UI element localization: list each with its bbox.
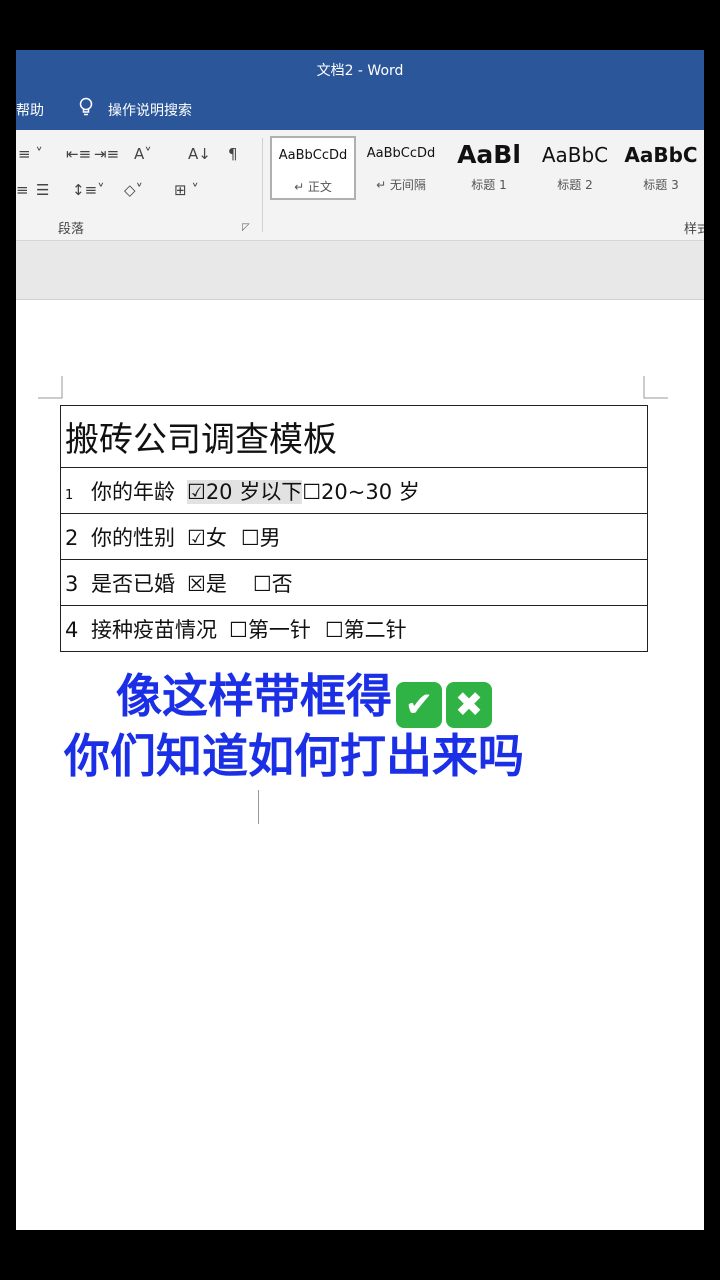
option-checkbox[interactable]: ☐第一针 xyxy=(229,618,311,642)
option-checkbox[interactable]: ☐男 xyxy=(241,526,281,550)
row-number: 3 xyxy=(65,571,79,596)
distributed-align-icon[interactable]: ☰ xyxy=(36,180,49,200)
caption-line-1: 像这样带框得 ✔ ✖ xyxy=(116,668,704,728)
style-preview: AaBbC xyxy=(541,143,609,167)
chinese-layout-icon[interactable]: A˅ xyxy=(134,144,152,164)
style-name: 标题 2 xyxy=(557,178,593,192)
row-number: 2 xyxy=(65,525,79,550)
option-checkbox[interactable]: ☑女 xyxy=(187,526,227,550)
row-number: 4 xyxy=(65,617,79,642)
table-row: 4 接种疫苗情况 ☐第一针 ☐第二针 xyxy=(60,605,648,652)
table-cell[interactable]: 4 接种疫苗情况 ☐第一针 ☐第二针 xyxy=(60,605,648,652)
table-title[interactable]: 搬砖公司调查模板 xyxy=(60,405,648,468)
style-name: ↵ 无间隔 xyxy=(376,178,426,192)
title-bar: 文档2 - Word xyxy=(16,50,704,90)
paragraph-group-label: 段落 xyxy=(58,222,85,237)
lightbulb-icon[interactable] xyxy=(78,97,94,117)
question-text: 是否已婚 xyxy=(91,571,175,596)
caption-line-2: 你们知道如何打出来吗 xyxy=(64,729,524,783)
styles-group-label: 样式 xyxy=(684,222,704,237)
window-title: 文档2 - Word xyxy=(316,63,404,79)
check-mark-icon: ✔ xyxy=(396,682,442,728)
multilevel-list-icon[interactable]: ≡ ˅ xyxy=(18,144,43,164)
borders-icon[interactable]: ⊞ ˅ xyxy=(174,180,199,200)
style-preview: AaBbC xyxy=(624,143,698,167)
styles-gallery: AaBbCcDd ↵ 正文 AaBbCcDd ↵ 无间隔 AaBl 标题 1 A… xyxy=(270,136,704,202)
option-checkbox[interactable]: ☒是 xyxy=(187,572,227,596)
show-marks-icon[interactable]: ¶ xyxy=(228,144,238,164)
option-checkbox[interactable]: ☐20~30 岁 xyxy=(302,480,420,504)
increase-indent-icon[interactable]: ⇥≡ xyxy=(94,144,119,164)
style-preview: AaBbCcDd xyxy=(278,148,348,163)
margin-mark-top-right xyxy=(643,376,668,399)
margin-mark-top-left xyxy=(38,376,63,399)
style-name: 标题 3 xyxy=(643,178,679,192)
shading-icon[interactable]: ◇˅ xyxy=(124,180,143,200)
style-normal[interactable]: AaBbCcDd ↵ 正文 xyxy=(270,136,356,200)
table-row: 2 你的性别 ☑女 ☐男 xyxy=(60,513,648,560)
survey-table: 搬砖公司调查模板 1 你的年龄 ☑20 岁以下☐20~30 岁 2 你的性别 ☑女 ☐男 … xyxy=(60,405,648,652)
option-checkbox[interactable]: ☑20 岁以下 xyxy=(187,479,303,504)
word-window: 文档2 - Word 帮助 操作说明搜索 ≡ ˅ ⇤≡ ⇥≡ A˅ A↓ ¶ ≡… xyxy=(16,50,704,1230)
document-canvas[interactable]: 搬砖公司调查模板 1 你的年龄 ☑20 岁以下☐20~30 岁 2 你的性别 ☑女 ☐男 … xyxy=(16,300,704,1230)
align-justify-icon[interactable]: ≡ xyxy=(16,180,29,200)
line-spacing-icon[interactable]: ↕≡˅ xyxy=(72,180,105,200)
table-row: 1 你的年龄 ☑20 岁以下☐20~30 岁 xyxy=(60,467,648,514)
group-divider xyxy=(262,138,263,232)
table-row: 3 是否已婚 ☒是 ☐否 xyxy=(60,559,648,606)
style-preview: AaBbCcDd xyxy=(366,146,436,161)
row-number: 1 xyxy=(65,487,74,503)
tell-me-search[interactable]: 操作说明搜索 xyxy=(108,100,192,120)
option-checkbox[interactable]: ☐否 xyxy=(253,572,293,596)
ribbon: ≡ ˅ ⇤≡ ⇥≡ A˅ A↓ ¶ ≡ ☰ ↕≡˅ ◇˅ ⊞ ˅ 段落 ◸ Aa… xyxy=(16,130,704,241)
ruler-area xyxy=(16,241,704,300)
ribbon-tabs: 帮助 操作说明搜索 xyxy=(16,90,704,130)
style-preview: AaBl xyxy=(457,140,521,169)
style-no-spacing[interactable]: AaBbCcDd ↵ 无间隔 xyxy=(358,136,444,200)
cross-mark-icon: ✖ xyxy=(446,682,492,728)
table-title-row: 搬砖公司调查模板 xyxy=(60,405,648,468)
text-cursor xyxy=(258,790,259,824)
style-name: 标题 1 xyxy=(471,178,507,192)
option-checkbox[interactable]: ☐第二针 xyxy=(325,618,407,642)
question-text: 你的性别 xyxy=(91,525,175,550)
dialog-launcher-icon[interactable]: ◸ xyxy=(242,222,250,233)
caption-text: 像这样带框得 xyxy=(116,669,392,723)
question-text: 接种疫苗情况 xyxy=(91,617,217,642)
sort-icon[interactable]: A↓ xyxy=(188,144,211,164)
style-name: ↵ 正文 xyxy=(294,180,332,194)
table-cell[interactable]: 1 你的年龄 ☑20 岁以下☐20~30 岁 xyxy=(60,467,648,514)
question-text: 你的年龄 xyxy=(91,479,175,504)
style-heading-1[interactable]: AaBl 标题 1 xyxy=(446,136,532,200)
tab-help[interactable]: 帮助 xyxy=(16,100,44,120)
style-heading-3[interactable]: AaBbC 标题 3 xyxy=(618,136,704,200)
decrease-indent-icon[interactable]: ⇤≡ xyxy=(66,144,91,164)
table-cell[interactable]: 2 你的性别 ☑女 ☐男 xyxy=(60,513,648,560)
style-heading-2[interactable]: AaBbC 标题 2 xyxy=(532,136,618,200)
table-cell[interactable]: 3 是否已婚 ☒是 ☐否 xyxy=(60,559,648,606)
